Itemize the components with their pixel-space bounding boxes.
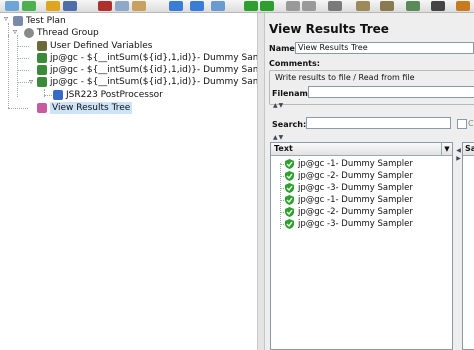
split-arrows-icon-3[interactable]: ◀▶ <box>455 147 462 163</box>
collapse-dummy-sampler-3-toggle[interactable]: ▿ <box>29 78 37 86</box>
search-label: Search: <box>272 120 307 129</box>
success-shield-icon <box>285 171 294 181</box>
split-arrows-icon[interactable]: ▲▼ <box>273 102 284 109</box>
split-arrows-icon-2[interactable]: ▲▼ <box>273 134 284 141</box>
tree-node-jsr223-postprocessor[interactable]: JSR223 PostProcessor <box>53 89 163 101</box>
dummy-sampler-icon <box>37 53 47 63</box>
dummy-sampler-icon <box>37 77 47 87</box>
paste-button[interactable] <box>132 1 146 11</box>
new-plan-button[interactable] <box>5 1 19 11</box>
renderer-select[interactable]: Text ▼ <box>271 143 452 156</box>
dummy-sampler-icon <box>37 65 47 75</box>
function-helper-button[interactable] <box>456 1 470 11</box>
expand-button[interactable] <box>169 1 183 11</box>
listener-icon <box>37 103 47 113</box>
copy-button[interactable] <box>115 1 129 11</box>
result-label: jp@gc -1- Dummy Sampler <box>298 195 413 205</box>
view-results-tree-panel: View Results Tree Name: View Results Tre… <box>265 13 474 350</box>
page-title: View Results Tree <box>269 22 389 36</box>
postprocessor-icon <box>53 90 63 100</box>
variables-wrench-icon <box>37 41 47 51</box>
success-shield-icon <box>285 159 294 169</box>
result-row[interactable]: jp@gc -3- Dummy Sampler <box>280 218 413 230</box>
result-row[interactable]: jp@gc -3- Dummy Sampler <box>280 182 413 194</box>
reset-search-button[interactable] <box>431 1 445 11</box>
sampler-result-panel: Sa <box>462 142 474 350</box>
name-input[interactable]: View Results Tree <box>295 42 474 54</box>
remote-start-button[interactable] <box>328 1 342 11</box>
stop-button[interactable] <box>286 1 300 11</box>
success-shield-icon <box>285 183 294 193</box>
success-shield-icon <box>285 219 294 229</box>
result-row[interactable]: jp@gc -1- Dummy Sampler <box>280 194 413 206</box>
clear-all-button[interactable] <box>380 1 394 11</box>
save-button[interactable] <box>63 1 77 11</box>
chevron-down-icon[interactable]: ▼ <box>441 143 452 155</box>
tree-node-dummy-sampler-2[interactable]: jp@gc - ${__intSum(${id},1,id)}- Dummy S… <box>37 64 279 76</box>
search-checkbox-label: C <box>468 119 474 128</box>
result-row[interactable]: jp@gc -2- Dummy Sampler <box>280 206 413 218</box>
test-plan-icon <box>13 16 23 26</box>
result-row[interactable]: jp@gc -2- Dummy Sampler <box>280 170 413 182</box>
filename-input[interactable] <box>308 86 474 98</box>
cut-button[interactable] <box>98 1 112 11</box>
open-button[interactable] <box>46 1 60 11</box>
start-button[interactable] <box>244 1 258 11</box>
search-input[interactable] <box>306 117 451 129</box>
success-shield-icon <box>285 207 294 217</box>
result-label: jp@gc -2- Dummy Sampler <box>298 171 413 181</box>
test-plan-tree: ▿ Test Plan ▿ Thread Group User Defined … <box>0 13 279 350</box>
collapse-thread-group-toggle[interactable]: ▿ <box>13 28 21 36</box>
search-case-checkbox[interactable] <box>457 119 467 129</box>
renderer-selected: Text <box>274 144 293 153</box>
sampler-result-tab[interactable]: Sa <box>463 143 474 156</box>
result-label: jp@gc -2- Dummy Sampler <box>298 207 413 217</box>
collapse-button[interactable] <box>190 1 204 11</box>
tree-node-view-results-tree[interactable]: View Results Tree <box>37 102 133 114</box>
result-label: jp@gc -1- Dummy Sampler <box>298 159 413 169</box>
collapse-test-plan-toggle[interactable]: ▿ <box>4 15 12 23</box>
thread-group-icon <box>24 28 34 38</box>
tree-node-test-plan[interactable]: Test Plan <box>13 15 66 27</box>
templates-button[interactable] <box>22 1 36 11</box>
clear-button[interactable] <box>356 1 370 11</box>
search-button[interactable] <box>406 1 420 11</box>
results-tree-panel: Text ▼ jp@gc -1- Dummy Sampler jp@gc -2- … <box>270 142 453 350</box>
split-pane-divider[interactable] <box>257 13 265 350</box>
result-row[interactable]: jp@gc -1- Dummy Sampler <box>280 158 413 170</box>
file-group: Write results to file / Read from file F… <box>269 70 474 105</box>
start-no-pause-button[interactable] <box>260 1 274 11</box>
tree-node-dummy-sampler-3[interactable]: jp@gc - ${__intSum(${id},1,id)}- Dummy S… <box>37 76 279 88</box>
comments-label: Comments: <box>269 59 320 68</box>
name-label: Name: <box>269 44 299 53</box>
main-toolbar <box>0 0 474 13</box>
result-label: jp@gc -3- Dummy Sampler <box>298 183 413 193</box>
success-shield-icon <box>285 195 294 205</box>
tree-node-thread-group[interactable]: Thread Group <box>24 27 99 39</box>
shutdown-button[interactable] <box>302 1 316 11</box>
tree-node-dummy-sampler-1[interactable]: jp@gc - ${__intSum(${id},1,id)}- Dummy S… <box>37 52 279 64</box>
file-group-label: Write results to file / Read from file <box>275 73 415 82</box>
tree-node-user-defined-variables[interactable]: User Defined Variables <box>37 40 152 52</box>
toggle-button[interactable] <box>211 1 225 11</box>
result-label: jp@gc -3- Dummy Sampler <box>298 219 413 229</box>
